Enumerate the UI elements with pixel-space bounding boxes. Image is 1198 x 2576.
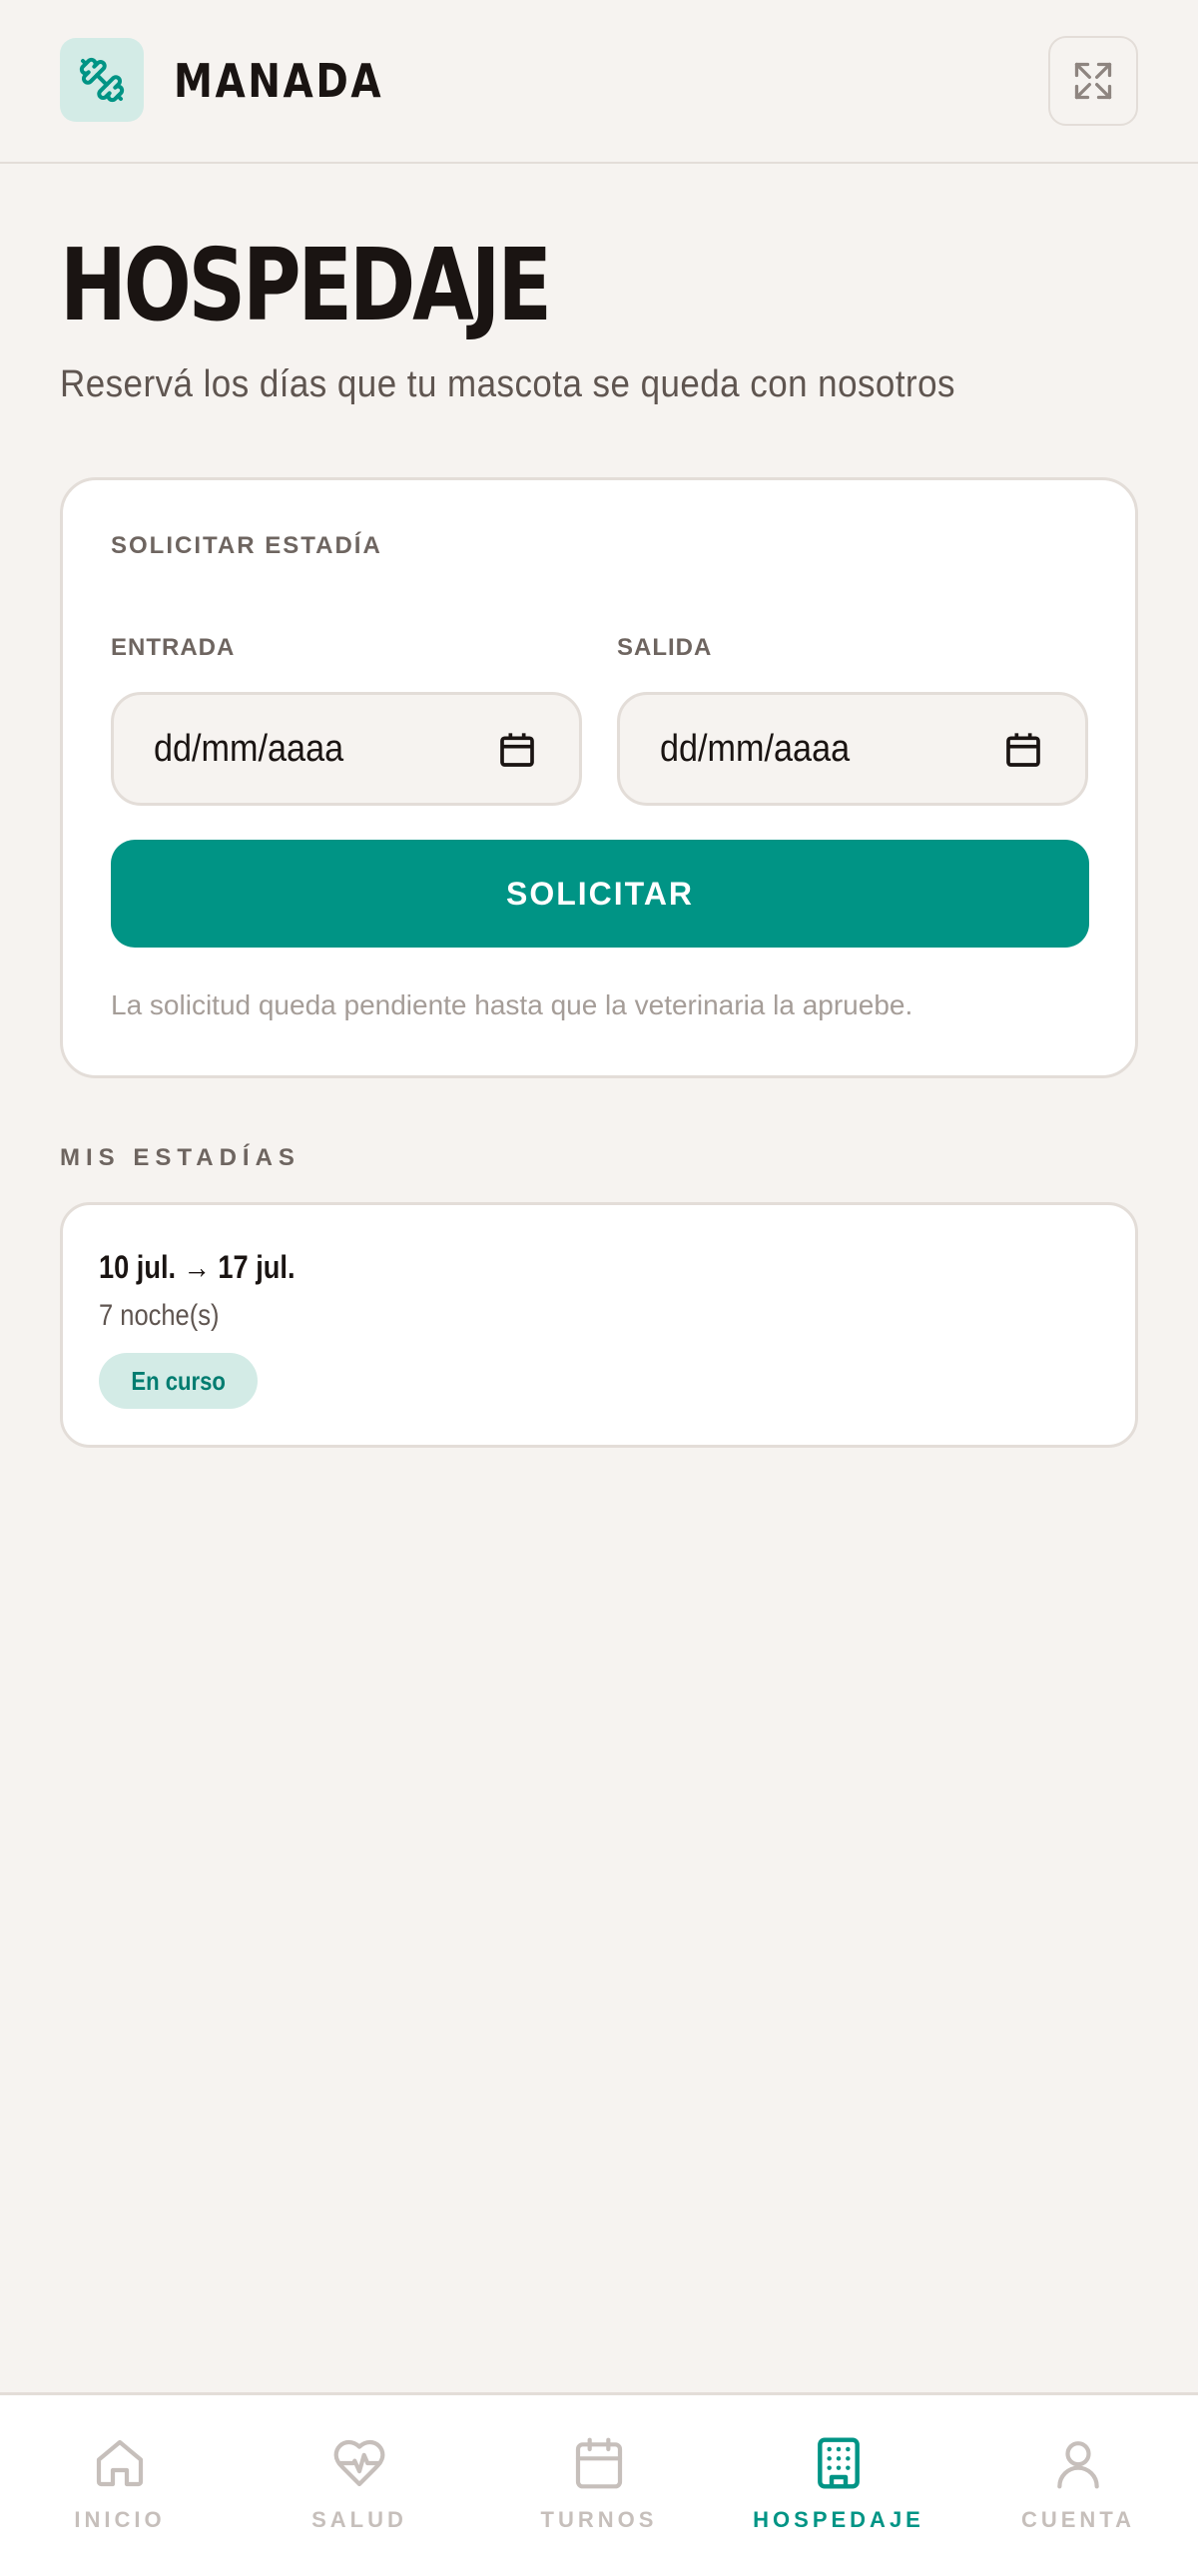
brand-name: MANADA <box>174 54 384 108</box>
nav-item-cuenta[interactable]: CUENTA <box>958 2395 1198 2576</box>
exit-date-input[interactable]: dd/mm/aaaa <box>617 692 1088 806</box>
user-icon <box>1057 2441 1099 2489</box>
logo <box>60 38 144 122</box>
my-stays-label: MIS ESTADÍAS <box>60 1144 300 1171</box>
home-icon <box>96 2439 144 2487</box>
request-stay-card: SOLICITAR ESTADÍA ENTRADA SALIDA dd/mm/a… <box>60 477 1138 1078</box>
calendar-picker-icon[interactable] <box>497 730 537 770</box>
bottom-nav: INICIO SALUD TURNOS HOSPEDAJE CUENTA <box>0 2392 1198 2576</box>
stay-nights: 7 noche(s) <box>99 1299 220 1332</box>
nav-label: TURNOS <box>540 2507 658 2532</box>
status-badge-text: En curso <box>131 1365 226 1396</box>
app-root: MANADA HOSPEDAJE Reservá los días que tu… <box>0 0 1198 2576</box>
submit-request-button[interactable]: SOLICITAR <box>111 840 1089 948</box>
nav-label: SALUD <box>311 2507 407 2532</box>
entry-date-placeholder: dd/mm/aaaa <box>154 727 344 770</box>
entry-date-input[interactable]: dd/mm/aaaa <box>111 692 582 806</box>
calendar-picker-icon[interactable] <box>1003 730 1043 770</box>
nav-item-salud[interactable]: SALUD <box>240 2395 479 2576</box>
fullscreen-button[interactable] <box>1048 36 1138 126</box>
stay-card[interactable]: 10 jul. → 17 jul. 7 noche(s) En curso <box>60 1202 1138 1448</box>
page-title: HOSPEDAJE <box>60 227 552 343</box>
approval-note: La solicitud queda pendiente hasta que l… <box>111 989 913 1020</box>
calendar-icon <box>575 2437 623 2489</box>
nav-item-turnos[interactable]: TURNOS <box>479 2395 719 2576</box>
nav-label: HOSPEDAJE <box>753 2507 924 2532</box>
top-header: MANADA <box>0 0 1198 164</box>
card-title: SOLICITAR ESTADÍA <box>111 532 382 559</box>
status-badge: En curso <box>99 1353 259 1409</box>
fullscreen-icon <box>1074 62 1112 100</box>
exit-label: SALIDA <box>617 634 713 661</box>
nav-item-hospedaje[interactable]: HOSPEDAJE <box>719 2395 958 2576</box>
entry-label: ENTRADA <box>111 634 236 661</box>
building-icon <box>818 2437 860 2489</box>
nav-label: INICIO <box>74 2507 166 2532</box>
page-subtitle: Reservá los días que tu mascota se queda… <box>60 363 955 405</box>
nav-label: CUENTA <box>1020 2507 1136 2532</box>
nav-item-inicio[interactable]: INICIO <box>0 2395 240 2576</box>
stay-dates: 10 jul. → 17 jul. <box>99 1249 296 1285</box>
exit-date-placeholder: dd/mm/aaaa <box>660 727 851 770</box>
heart-pulse-icon <box>333 2439 385 2487</box>
dumbbell-icon <box>79 57 125 103</box>
